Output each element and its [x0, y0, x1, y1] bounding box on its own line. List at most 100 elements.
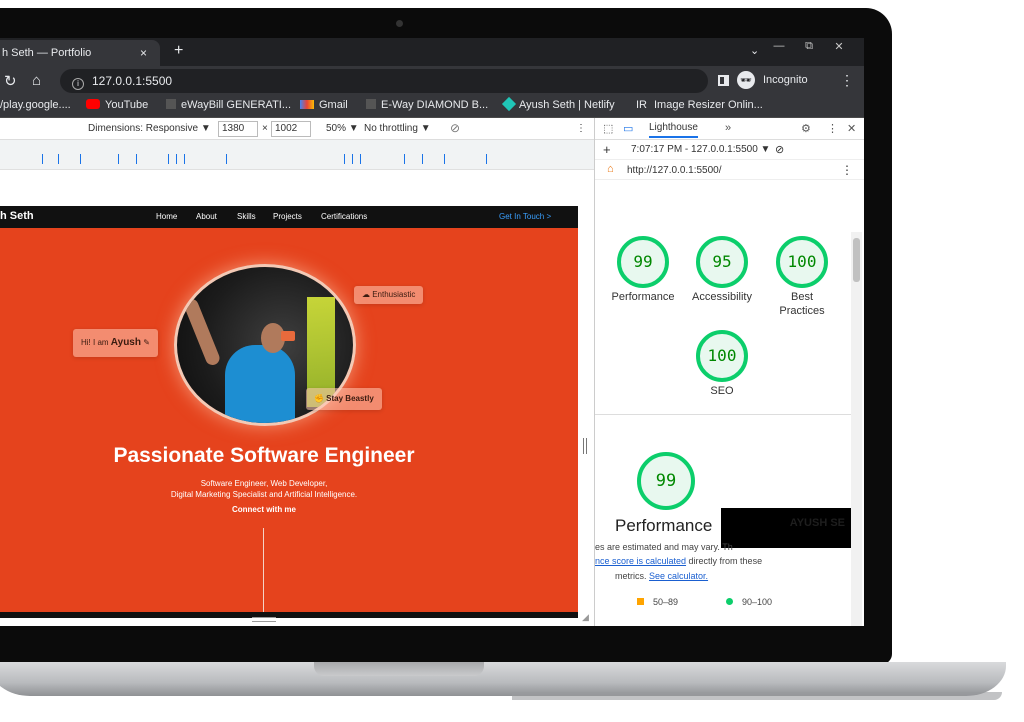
report-menu-icon[interactable]: ⋮ [841, 163, 853, 177]
device-toggle-icon[interactable]: ▭ [623, 122, 633, 135]
viewport-side-resize-handle[interactable] [583, 438, 587, 454]
bookmark-play-google[interactable]: /play.google.... [0, 99, 71, 111]
incognito-icon[interactable]: 🕶 [737, 71, 755, 89]
youtube-icon [86, 99, 100, 109]
nav-certifications[interactable]: Certifications [321, 212, 367, 221]
audited-url[interactable]: http://127.0.0.1:5500/ [627, 165, 722, 176]
minimize-button[interactable]: — [764, 40, 794, 53]
netlify-icon [501, 96, 517, 112]
maximize-button[interactable]: ⧉ [794, 40, 824, 53]
browser-menu-icon[interactable]: ⋮ [840, 72, 854, 89]
nav-skills[interactable]: Skills [237, 212, 256, 221]
hero-subtitle: Software Engineer, Web Developer, Digita… [170, 479, 358, 499]
legend-average: 50–89 [637, 597, 678, 607]
performance-note-line2: nce score is calculated directly from th… [595, 556, 763, 566]
page-icon [366, 99, 376, 109]
gauge-seo[interactable]: 100 [696, 330, 748, 382]
gauge-label-accessibility: Accessibility [692, 291, 752, 303]
width-input[interactable]: 1380 [218, 121, 258, 137]
home-icon[interactable]: ⌂ [32, 72, 41, 89]
tab-search-icon[interactable]: ⌄ [750, 44, 759, 57]
redaction-overlay: AYUSH SE [721, 508, 851, 548]
more-tabs-icon[interactable]: » [725, 122, 731, 134]
rotate-icon[interactable]: ⊘ [450, 121, 460, 135]
nav-about[interactable]: About [196, 212, 217, 221]
get-in-touch-link[interactable]: Get In Touch > [499, 212, 551, 221]
reload-icon[interactable]: ↻ [4, 72, 17, 90]
devtools-vertical-scrollbar[interactable] [851, 232, 862, 626]
nav-projects[interactable]: Projects [273, 212, 302, 221]
performance-note-line1: es are estimated and may vary. Th [595, 542, 733, 552]
site-logo[interactable]: h Seth [0, 210, 34, 222]
incognito-label[interactable]: Incognito [763, 74, 808, 86]
gauge-label-seo: SEO [710, 385, 734, 397]
viewport-resize-handle[interactable] [252, 617, 276, 622]
see-calculator-link[interactable]: See calculator. [649, 571, 708, 581]
new-tab-button[interactable]: + [174, 42, 183, 60]
browser-tab-bar: h Seth — Portfolio × + ⌄ — ⧉ ✕ [0, 38, 864, 66]
gauge-label-performance: Performance [611, 291, 675, 303]
gauge-best-practices[interactable]: 100 [776, 236, 828, 288]
page-viewport: Dimensions: Responsive ▼ 1380 × 1002 50%… [0, 118, 594, 626]
legend-good: 90–100 [726, 597, 772, 607]
inspect-element-icon[interactable]: ⬚ [603, 122, 613, 135]
corner-resize-icon[interactable]: ◢ [582, 612, 589, 623]
clear-reports-icon[interactable]: ⊘ [775, 143, 784, 156]
media-query-ruler[interactable] [0, 140, 594, 170]
bookmark-image-resizer[interactable]: IR Image Resizer Onlin... [636, 99, 763, 111]
tab-title: h Seth — Portfolio [2, 47, 92, 59]
bookmark-gmail[interactable]: Gmail [300, 99, 348, 111]
laptop-screen: h Seth — Portfolio × + ⌄ — ⧉ ✕ ↻ ⌂ i 127.… [0, 38, 864, 626]
report-select[interactable]: 7:07:17 PM - 127.0.0.1:5500 ▼ [631, 144, 770, 155]
bookmark-ewaybill[interactable]: eWayBill GENERATI... [166, 99, 291, 111]
chip-greeting: Hi! I am Ayush ✎ [73, 329, 158, 357]
browser-tab[interactable]: h Seth — Portfolio × [0, 40, 160, 66]
close-devtools-icon[interactable]: ✕ [847, 122, 856, 135]
gmail-icon [300, 100, 314, 109]
gauge-performance[interactable]: 99 [617, 236, 669, 288]
bookmark-eway-diamond[interactable]: E-Way DIAMOND B... [366, 99, 488, 111]
throttling-select[interactable]: No throttling ▼ [364, 123, 431, 134]
score-calculation-link[interactable]: nce score is calculated [595, 556, 686, 566]
toolbar-right: 🕶 Incognito [718, 71, 808, 89]
good-circle-icon [726, 598, 733, 605]
new-report-icon[interactable]: + [603, 142, 611, 157]
performance-detail-title: Performance [615, 516, 713, 535]
zoom-select[interactable]: 50% ▼ [326, 123, 359, 134]
gauge-label-best-practices: Best Practices [779, 291, 825, 317]
address-url: 127.0.0.1:5500 [92, 74, 173, 88]
lighthouse-icon: ⌂ [607, 163, 614, 175]
scroll-line [263, 528, 264, 612]
lighthouse-run-bar: + 7:07:17 PM - 127.0.0.1:5500 ▼ ⊘ [595, 140, 864, 160]
gauge-accessibility[interactable]: 95 [696, 236, 748, 288]
nav-home[interactable]: Home [156, 212, 177, 221]
address-bar[interactable]: i127.0.0.1:5500 ☆ [60, 69, 755, 93]
side-panel-icon[interactable] [718, 74, 729, 86]
dimension-separator: × [262, 123, 268, 134]
site-info-icon[interactable]: i [72, 78, 84, 90]
dimensions-select[interactable]: Dimensions: Responsive ▼ [88, 123, 211, 134]
bookmarks-bar: /play.google.... YouTube eWayBill GENERA… [0, 96, 864, 118]
tab-lighthouse[interactable]: Lighthouse [649, 122, 698, 138]
close-tab-icon[interactable]: × [140, 40, 147, 66]
hero-title: Passionate Software Engineer [113, 444, 415, 467]
portfolio-site: h Seth Home About Skills Projects Certif… [0, 206, 578, 612]
bookmark-netlify[interactable]: Ayush Seth | Netlify [501, 96, 615, 112]
connect-with-me-button[interactable]: Connect with me [0, 505, 528, 514]
chip-enthusiastic: ☁ Enthusiastic [354, 286, 424, 304]
site-navbar: h Seth Home About Skills Projects Certif… [0, 206, 578, 228]
settings-gear-icon[interactable]: ⚙ [801, 122, 811, 135]
device-toolbar: Dimensions: Responsive ▼ 1380 × 1002 50%… [0, 118, 594, 140]
average-square-icon [637, 598, 644, 605]
laptop-base [0, 662, 1006, 696]
window-controls: — ⧉ ✕ [764, 40, 854, 53]
close-window-button[interactable]: ✕ [824, 40, 854, 53]
bookmark-youtube[interactable]: YouTube [86, 99, 148, 111]
devtools-menu-icon[interactable]: ⋮ [827, 122, 838, 135]
chip-stay-beastly: ✊ Stay Beastly [306, 388, 382, 410]
browser-toolbar: ↻ ⌂ i127.0.0.1:5500 ☆ 🕶 Incognito ⋮ [0, 66, 864, 96]
audited-url-bar: ⌂ http://127.0.0.1:5500/ ⋮ [595, 160, 864, 180]
device-menu-icon[interactable]: ⋮ [576, 123, 586, 134]
height-input[interactable]: 1002 [271, 121, 311, 137]
webcam [396, 20, 403, 27]
